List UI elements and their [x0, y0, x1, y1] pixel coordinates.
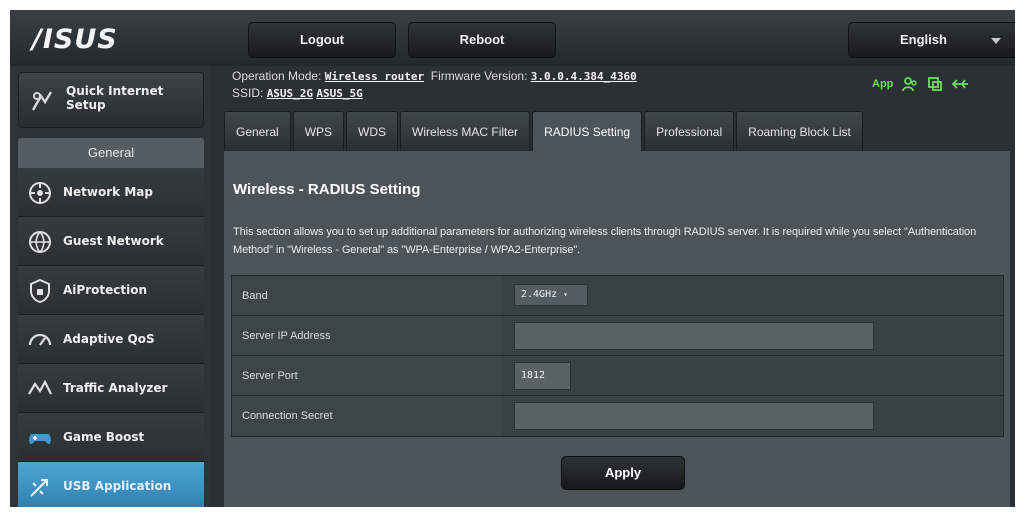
apply-button[interactable]: Apply	[561, 456, 685, 490]
main-panel: Wireless - RADIUS Setting This section a…	[224, 151, 1010, 507]
server-port-value-cell: 1812	[502, 356, 1003, 395]
tab-radius-setting[interactable]: RADIUS Setting	[532, 111, 643, 151]
sidebar-item-network-map[interactable]: Network Map	[18, 168, 204, 217]
status-icons: App	[872, 76, 970, 92]
band-select[interactable]: 2.4GHz ▾	[514, 284, 588, 306]
operation-mode-link[interactable]: Wireless router	[325, 70, 424, 83]
network-map-icon	[29, 182, 51, 204]
tab-wps[interactable]: WPS	[292, 111, 345, 151]
usb-icon	[30, 479, 48, 497]
tab-wds[interactable]: WDS	[346, 111, 399, 151]
page-title: Wireless - RADIUS Setting	[233, 181, 421, 198]
logout-button[interactable]: Logout	[248, 22, 396, 58]
band-label: Band	[232, 276, 502, 315]
language-value: English	[900, 32, 947, 47]
router-admin-window: /ISUS Logout Reboot English Quick Intern…	[10, 10, 1015, 507]
chevron-down-icon	[991, 38, 1001, 44]
top-bar: /ISUS Logout Reboot English	[10, 10, 1015, 66]
user-icon[interactable]	[902, 76, 918, 92]
ssid-2g-link[interactable]: ASUS_2G	[267, 87, 313, 100]
server-ip-label: Server IP Address	[232, 316, 502, 355]
sidebar-item-adaptive-qos[interactable]: Adaptive QoS	[18, 315, 204, 364]
sidebar-item-aiprotection[interactable]: AiProtection	[18, 266, 204, 315]
ssid-5g-link[interactable]: ASUS_5G	[316, 87, 362, 100]
server-ip-value-cell	[502, 316, 1003, 355]
usb-status-icon[interactable]	[952, 76, 970, 92]
tab-professional[interactable]: Professional	[644, 111, 735, 151]
server-port-input[interactable]: 1812	[514, 362, 571, 390]
tab-general[interactable]: General	[224, 111, 291, 151]
form-row-connection-secret: Connection Secret	[232, 396, 1003, 436]
ssid-label: SSID:	[232, 86, 264, 100]
form-row-server-ip: Server IP Address	[232, 316, 1003, 356]
sidebar-item-label: USB Application	[63, 479, 172, 493]
band-select-value: 2.4GHz	[521, 289, 558, 300]
asus-logo[interactable]: /ISUS	[32, 24, 118, 55]
connection-secret-label: Connection Secret	[232, 396, 502, 436]
form-row-server-port: Server Port 1812	[232, 356, 1003, 396]
shield-icon	[30, 278, 50, 304]
firmware-label: Firmware Version:	[430, 69, 528, 83]
language-select[interactable]: English	[848, 22, 1015, 58]
sidebar-item-guest-network[interactable]: Guest Network	[18, 217, 204, 266]
form-row-band: Band 2.4GHz ▾	[232, 276, 1003, 316]
radius-settings-form: Band 2.4GHz ▾ Server IP Address Server P…	[231, 275, 1004, 437]
tab-roaming-block-list[interactable]: Roaming Block List	[736, 111, 863, 151]
sidebar-item-traffic-analyzer[interactable]: Traffic Analyzer	[18, 364, 204, 413]
guest-network-icon	[29, 231, 51, 253]
general-section-header: General	[18, 138, 204, 168]
speedometer-icon	[28, 333, 52, 346]
traffic-icon	[28, 379, 52, 395]
sidebar-item-label: Game Boost	[63, 430, 145, 444]
sidebar-item-label: Traffic Analyzer	[63, 381, 168, 395]
reboot-button[interactable]: Reboot	[408, 22, 556, 58]
server-ip-input[interactable]	[514, 322, 874, 350]
tab-wireless-mac-filter[interactable]: Wireless MAC Filter	[400, 111, 531, 151]
sidebar: Quick Internet Setup General Network Map…	[10, 66, 210, 507]
gamepad-icon	[29, 434, 51, 444]
sidebar-menu: Network Map Guest Network AiProtection A…	[18, 168, 204, 507]
tab-bar: General WPS WDS Wireless MAC Filter RADI…	[224, 111, 865, 151]
connection-secret-input[interactable]	[514, 402, 874, 430]
router-info: Operation Mode: Wireless router Firmware…	[232, 68, 637, 102]
sidebar-item-usb-application[interactable]: USB Application	[18, 462, 204, 507]
sidebar-item-label: Network Map	[63, 185, 153, 199]
server-port-label: Server Port	[232, 356, 502, 395]
sidebar-item-label: AiProtection	[63, 283, 147, 297]
sidebar-item-game-boost[interactable]: Game Boost	[18, 413, 204, 462]
firmware-version-link[interactable]: 3.0.0.4.384_4360	[531, 70, 637, 83]
sidebar-item-label: Guest Network	[63, 234, 164, 248]
quick-setup-icon	[31, 91, 53, 111]
operation-mode-label: Operation Mode:	[232, 69, 322, 83]
chevron-down-icon: ▾	[563, 290, 568, 299]
quick-internet-setup-button[interactable]: Quick Internet Setup	[18, 72, 204, 128]
page-description: This section allows you to set up additi…	[233, 226, 977, 256]
copy-icon[interactable]	[927, 76, 943, 92]
band-value-cell: 2.4GHz ▾	[502, 276, 1003, 315]
quick-setup-label: Quick Internet Setup	[66, 84, 164, 112]
sidebar-item-label: Adaptive QoS	[63, 332, 155, 346]
connection-secret-value-cell	[502, 396, 1003, 436]
app-link[interactable]: App	[872, 78, 893, 90]
